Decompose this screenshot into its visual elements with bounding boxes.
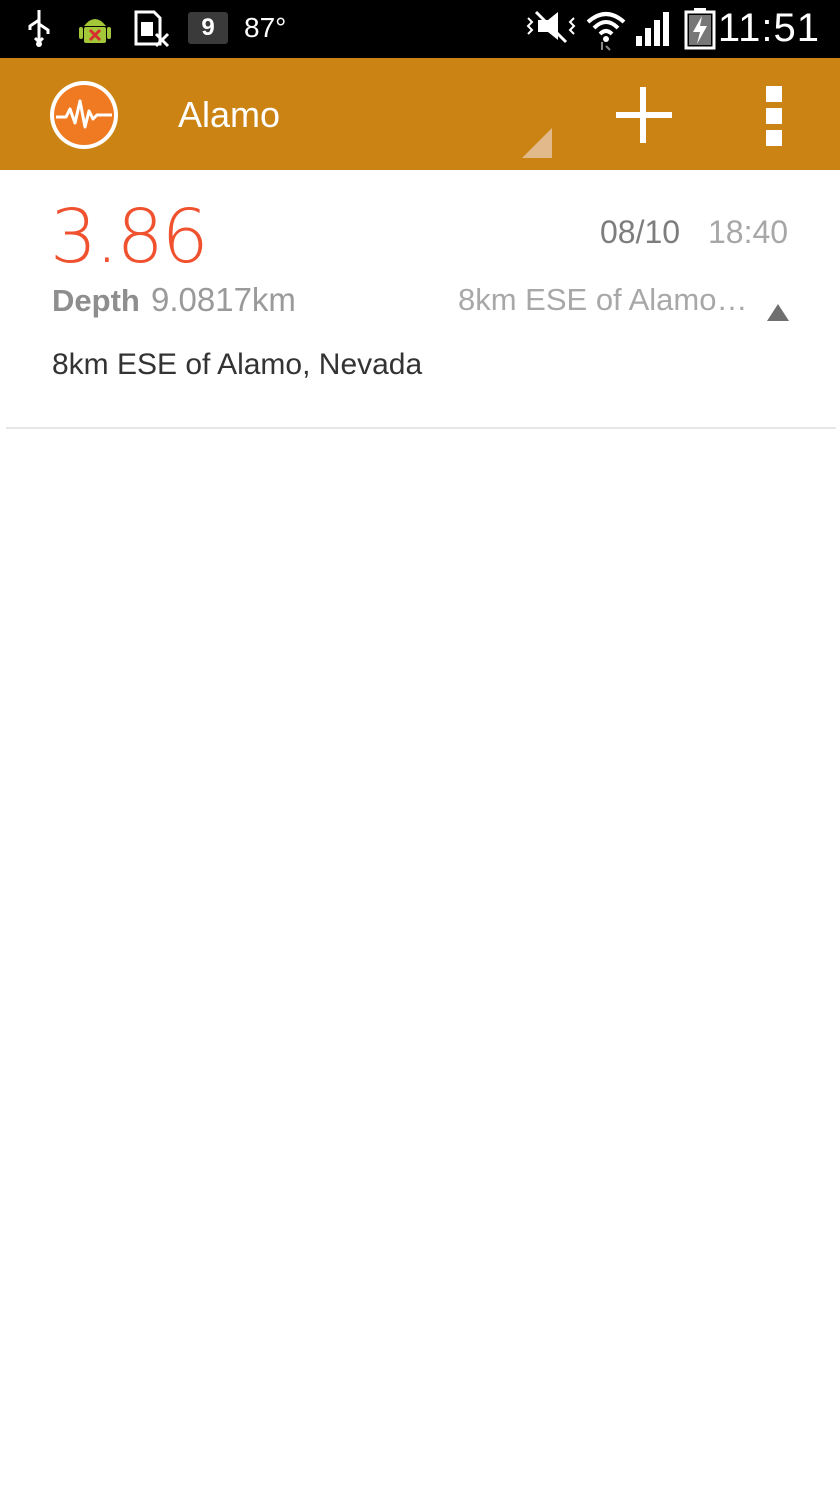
sim-card-disabled-icon — [132, 8, 172, 53]
magnitude: 3.86 — [50, 194, 209, 280]
quake-time: 18:40 — [708, 214, 789, 250]
seismograph-logo-icon[interactable] — [48, 79, 120, 151]
battery-charging-icon — [684, 8, 716, 55]
location-spinner[interactable]: Alamo — [178, 94, 280, 136]
wifi-icon — [584, 8, 628, 57]
overflow-menu-icon[interactable] — [752, 80, 796, 150]
clock: 11:51 — [717, 6, 820, 50]
action-bar — [0, 58, 840, 170]
vibrate-icon — [522, 8, 580, 53]
place-summary: 8km ESE of Alamo, Nevada — [458, 282, 750, 317]
notification-count-icon: 9 — [188, 12, 228, 44]
depth-value: 9.0817km — [151, 281, 296, 318]
quake-date: 08/10 — [600, 214, 681, 250]
android-debug-icon — [78, 8, 112, 53]
spinner-indicator-icon[interactable] — [522, 128, 552, 158]
temperature-text: 87° — [244, 12, 287, 43]
plus-icon[interactable] — [612, 83, 676, 147]
list-divider — [6, 427, 836, 429]
collapse-arrow-icon[interactable] — [766, 302, 790, 322]
place-detail: 8km ESE of Alamo, Nevada — [52, 348, 423, 381]
status-bar: 9 87° 11:51 — [0, 0, 840, 58]
usb-icon — [22, 8, 56, 53]
signal-icon — [634, 8, 674, 53]
depth-label: Depth — [52, 283, 140, 318]
